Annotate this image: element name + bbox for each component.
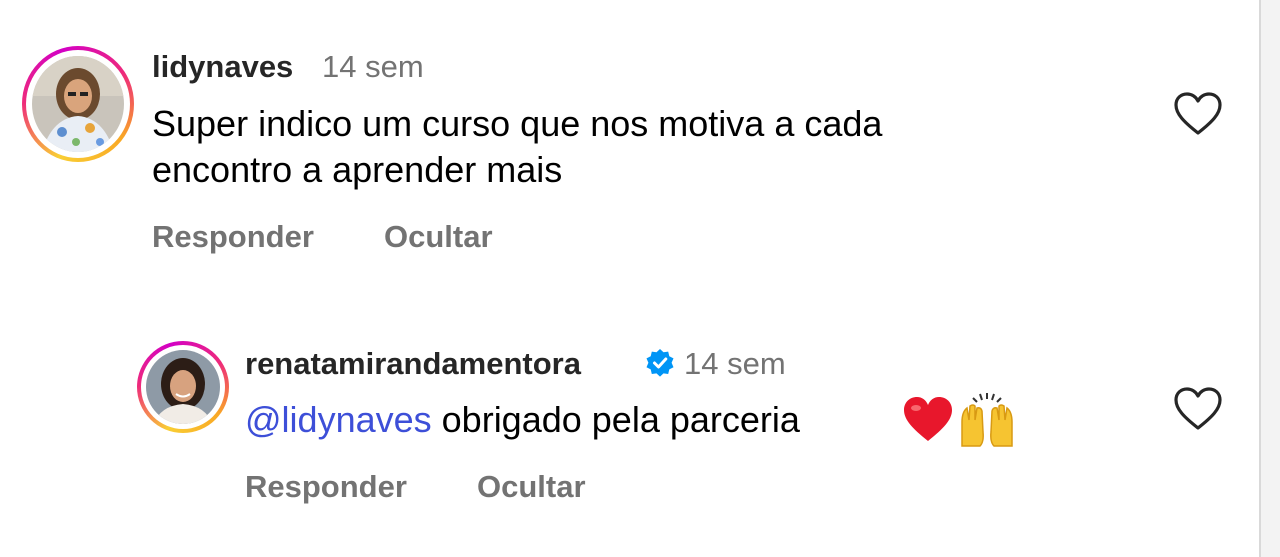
avatar-lidynaves[interactable] xyxy=(22,46,134,162)
avatar-photo xyxy=(146,350,220,424)
hide-button[interactable]: Ocultar xyxy=(477,469,586,505)
comment-username[interactable]: renatamirandamentora xyxy=(245,346,581,382)
verified-badge-icon xyxy=(646,349,674,377)
comment-text: Super indico um curso que nos motiva a c… xyxy=(152,101,882,193)
mention-link[interactable]: @lidynaves xyxy=(245,399,432,440)
comment-text-line: encontro a aprender mais xyxy=(152,149,563,190)
hide-button[interactable]: Ocultar xyxy=(384,219,493,255)
comment-timestamp: 14 sem xyxy=(684,346,786,381)
like-heart-icon[interactable] xyxy=(1173,91,1223,137)
like-heart-icon[interactable] xyxy=(1173,386,1223,432)
red-heart-emoji-icon xyxy=(904,397,952,441)
scrollbar[interactable] xyxy=(1259,0,1280,557)
comment-text: @lidynaves obrigado pela parceria xyxy=(245,397,800,443)
comment-text-body: obrigado pela parceria xyxy=(441,399,800,440)
comment-text-line: Super indico um curso que nos motiva a c… xyxy=(152,103,883,144)
avatar-renatamirandamentora[interactable] xyxy=(137,341,229,433)
raising-hands-emoji-icon xyxy=(961,393,1013,447)
avatar-photo xyxy=(32,56,124,152)
reply-button[interactable]: Responder xyxy=(245,469,407,505)
reply-button[interactable]: Responder xyxy=(152,219,314,255)
comment-timestamp: 14 sem xyxy=(322,49,424,84)
comment-username[interactable]: lidynaves xyxy=(152,49,293,85)
